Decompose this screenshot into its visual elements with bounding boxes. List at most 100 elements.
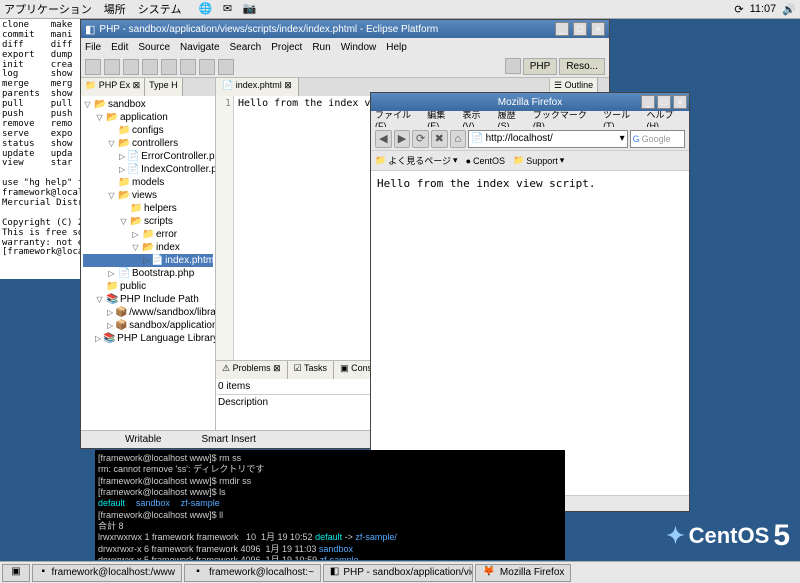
screenshot-icon[interactable]: 📷 [241,2,257,16]
system-menu[interactable]: システム [138,1,182,17]
search-box[interactable]: G Google [630,130,685,148]
debug-button[interactable] [123,59,139,75]
terminal-window[interactable]: [framework@localhost www]$ rm ss rm: can… [95,450,565,560]
firefox-window: Mozilla Firefox _ □ × ファイル(F) 編集(E) 表示(V… [370,92,690,512]
tree-folder: ▷📁error [83,228,213,241]
browser-icon[interactable]: 🌐 [197,2,213,16]
eclipse-icon: ◧ [85,23,95,36]
centos-icon: ✦ [666,523,684,549]
places-menu[interactable]: 場所 [104,1,126,17]
tree-file: ▷📄ErrorController.php [83,150,213,163]
project-tree[interactable]: ▽📂sandbox ▽📂application 📁configs ▽📂contr… [81,96,215,430]
tab-type-hierarchy[interactable]: Type H [145,78,183,96]
search-button[interactable] [180,59,196,75]
show-desktop-button[interactable]: ▣ [2,564,30,582]
fwd-button[interactable] [218,59,234,75]
maximize-button[interactable]: □ [657,95,671,109]
eclipse-title: PHP - sandbox/application/views/scripts/… [99,24,551,35]
minimize-button[interactable]: _ [555,22,569,36]
close-button[interactable]: × [673,95,687,109]
taskbar-item[interactable]: ◧PHP - sandbox/application/view... [323,564,473,582]
clock[interactable]: 11:07 [750,3,777,15]
bookmark-centos[interactable]: ●CentOS [466,156,505,166]
volume-icon[interactable]: 🔊 [782,3,796,16]
mail-icon[interactable]: ✉ [219,2,235,16]
update-icon[interactable]: ⟳ [734,3,743,16]
firefox-title: Mozilla Firefox [498,97,562,108]
tree-folder: ▽📂scripts [83,215,213,228]
eclipse-menubar: File Edit Source Navigate Search Project… [81,38,609,56]
editor-tab[interactable]: 📄 index.phtml ⊠ [216,78,299,96]
tree-file: ▷📄IndexController.php [83,163,213,176]
tree-library-entry: ▷📦/www/sandbox/library [83,306,213,319]
tree-folder: ▽📂index [83,241,213,254]
eclipse-titlebar[interactable]: ◧ PHP - sandbox/application/views/script… [81,20,609,38]
tree-library: ▽📚PHP Include Path [83,293,213,306]
menu-run[interactable]: Run [312,42,330,53]
tree-folder: ▽📂controllers [83,137,213,150]
left-view-stack: 📁 PHP Ex ⊠ Type H ▽📂sandbox ▽📂applicatio… [81,78,216,430]
home-button[interactable]: ⌂ [450,130,467,148]
tree-file: ▷📄Bootstrap.php [83,267,213,280]
menu-search[interactable]: Search [230,42,262,53]
status-writable: Writable [125,434,162,445]
new-button[interactable] [85,59,101,75]
save-button[interactable] [104,59,120,75]
url-bar[interactable]: 📄 ▾ [468,130,627,148]
google-icon: G [633,134,640,144]
tab-tasks[interactable]: ☑ Tasks [288,361,334,379]
firefox-titlebar[interactable]: Mozilla Firefox _ □ × [371,93,689,111]
tree-library: ▷📚PHP Language Library [83,332,213,345]
menu-source[interactable]: Source [138,42,170,53]
menu-help[interactable]: Help [386,42,407,53]
back-button[interactable]: ◀ [375,130,392,148]
firefox-toolbar: ◀ ▶ ⟳ ✖ ⌂ 📄 ▾ G Google [371,127,689,151]
maximize-button[interactable]: □ [573,22,587,36]
tree-project: ▽📂sandbox [83,98,213,111]
close-button[interactable]: × [591,22,605,36]
taskbar-item[interactable]: ▪framework@localhost:~ [184,564,321,582]
tab-problems[interactable]: ⚠ Problems ⊠ [216,361,288,379]
eclipse-toolbar: PHP Reso... [81,56,609,78]
menu-navigate[interactable]: Navigate [180,42,219,53]
bottom-panel: ▣ ▪framework@localhost:/www ▪framework@l… [0,561,800,583]
bookmarks-bar: 📁よく見るページ▾ ●CentOS 📁Support▾ [371,151,689,171]
bookmark-support[interactable]: 📁Support▾ [513,155,564,166]
taskbar-item[interactable]: ▪framework@localhost:/www [32,564,182,582]
tree-folder: ▽📂views [83,189,213,202]
back-button[interactable] [199,59,215,75]
tree-file-selected: ▷📄index.phtml [83,254,213,267]
perspective-php[interactable]: PHP [523,58,558,75]
centos-logo: ✦ CentOS5 [666,519,790,553]
tree-folder: 📁public [83,280,213,293]
tree-folder: 📁models [83,176,213,189]
top-panel: アプリケーション 場所 システム 🌐 ✉ 📷 ⟳ 11:07 🔊 [0,0,800,19]
reload-button[interactable]: ⟳ [412,130,429,148]
apps-menu[interactable]: アプリケーション [4,1,92,17]
run-button[interactable] [142,59,158,75]
tree-folder: ▽📂application [83,111,213,124]
site-icon: 📄 [471,133,483,144]
page-content: Hello from the index view script. [371,171,689,495]
tree-library-entry: ▷📦sandbox/application [83,319,213,332]
tab-php-explorer[interactable]: 📁 PHP Ex ⊠ [81,78,145,96]
ext-button[interactable] [161,59,177,75]
line-gutter: 1 [216,96,234,360]
minimize-button[interactable]: _ [641,95,655,109]
url-input[interactable] [486,133,618,144]
bookmark-most-visited[interactable]: 📁よく見るページ▾ [375,154,458,167]
status-insert: Smart Insert [202,434,256,445]
menu-window[interactable]: Window [341,42,377,53]
menu-edit[interactable]: Edit [111,42,128,53]
taskbar-item[interactable]: 🦊Mozilla Firefox [475,564,571,582]
tree-folder: 📁configs [83,124,213,137]
perspective-resource[interactable]: Reso... [559,58,605,75]
menu-project[interactable]: Project [271,42,302,53]
firefox-menubar: ファイル(F) 編集(E) 表示(V) 履歴(S) ブックマーク(B) ツール(… [371,111,689,127]
open-perspective-button[interactable] [505,58,521,74]
forward-button[interactable]: ▶ [394,130,411,148]
tree-folder: 📁helpers [83,202,213,215]
stop-button[interactable]: ✖ [431,130,448,148]
dropdown-icon[interactable]: ▾ [620,133,625,144]
menu-file[interactable]: File [85,42,101,53]
